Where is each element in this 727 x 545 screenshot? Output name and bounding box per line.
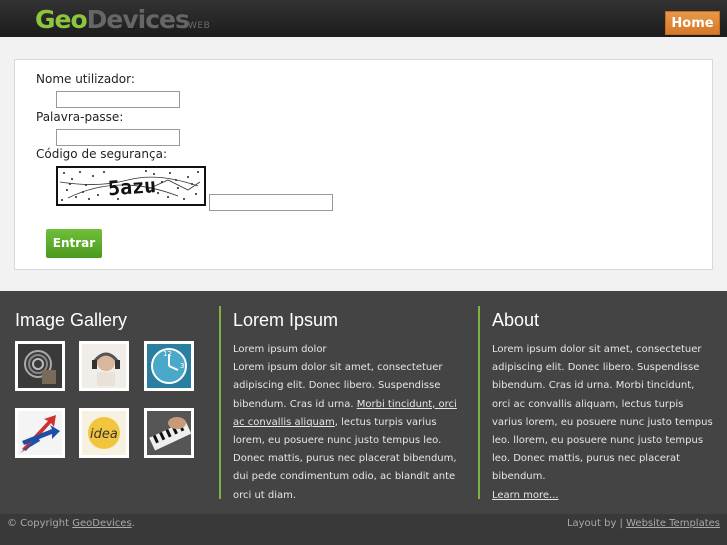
captcha-input[interactable]	[209, 194, 333, 211]
submit-button[interactable]: Entrar	[46, 229, 102, 258]
about-title: About	[492, 310, 540, 330]
gallery-thumb-piano[interactable]	[144, 408, 194, 458]
about-paragraph: Lorem ipsum dolor sit amet, consectetuer…	[492, 344, 713, 483]
clock-photo-icon: 12 3	[147, 344, 191, 388]
lorem-text-after: , lectus turpis varius lorem, eu posuere…	[233, 416, 457, 501]
password-label: Palavra-passe:	[36, 110, 124, 124]
headphones-photo-icon	[82, 344, 126, 388]
svg-text:idea: idea	[90, 427, 118, 442]
column-divider	[219, 306, 221, 499]
lorem-title: Lorem Ipsum	[233, 310, 339, 330]
password-input[interactable]	[56, 129, 180, 146]
logo-devices: Devices	[86, 5, 190, 34]
copyright: © Copyright GeoDevices.	[7, 518, 135, 529]
copyright-link[interactable]: GeoDevices	[72, 518, 131, 529]
arrows-photo-icon	[18, 411, 62, 455]
username-input[interactable]	[56, 91, 180, 108]
gallery-thumb-idea[interactable]: idea	[79, 408, 129, 458]
main-content: Nome utilizador: Palavra-passe: Código d…	[0, 37, 727, 291]
copyright-suffix: .	[131, 518, 135, 529]
about-text: Lorem ipsum dolor sit amet, consectetuer…	[492, 341, 714, 505]
gallery-thumb-arrows[interactable]	[15, 408, 65, 458]
bottom-bar: © Copyright GeoDevices. Layout by | Webs…	[0, 514, 727, 545]
username-label: Nome utilizador:	[36, 72, 135, 86]
captcha-text: 5azu	[107, 173, 157, 200]
svg-text:12: 12	[163, 350, 172, 358]
copyright-prefix: © Copyright	[7, 518, 73, 529]
logo-suffix: WEB	[188, 21, 211, 31]
learn-more-link[interactable]: Learn more...	[492, 490, 559, 501]
fingerprint-photo-icon	[18, 344, 62, 388]
captcha-label: Código de segurança:	[36, 147, 168, 161]
gallery-thumb-headphones[interactable]	[79, 341, 129, 391]
site-header: GeoDevices WEB Home	[0, 0, 727, 37]
captcha-image: 5azu	[56, 166, 206, 206]
logo-geo: Geo	[35, 5, 88, 34]
gallery-thumb-fingerprint[interactable]	[15, 341, 65, 391]
piano-photo-icon	[147, 411, 192, 455]
site-logo[interactable]: GeoDevices	[35, 5, 190, 34]
idea-photo-icon: idea	[82, 411, 126, 455]
column-divider	[478, 306, 480, 499]
lorem-line1: Lorem ipsum dolor	[233, 344, 327, 355]
lorem-text: Lorem ipsum dolor Lorem ipsum dolor sit …	[233, 341, 461, 505]
layout-credit: Layout by | Website Templates	[567, 518, 720, 529]
nav-home-button[interactable]: Home	[665, 11, 720, 35]
website-templates-link[interactable]: Website Templates	[626, 518, 720, 529]
footer-section: Image Gallery 12 3 idea Lorem Ipsum Lore…	[0, 291, 727, 514]
login-panel: Nome utilizador: Palavra-passe: Código d…	[14, 59, 713, 270]
svg-text:3: 3	[180, 362, 184, 370]
gallery-title: Image Gallery	[15, 310, 128, 330]
gallery-thumb-clock[interactable]: 12 3	[144, 341, 194, 391]
layout-prefix: Layout by |	[566, 518, 627, 529]
